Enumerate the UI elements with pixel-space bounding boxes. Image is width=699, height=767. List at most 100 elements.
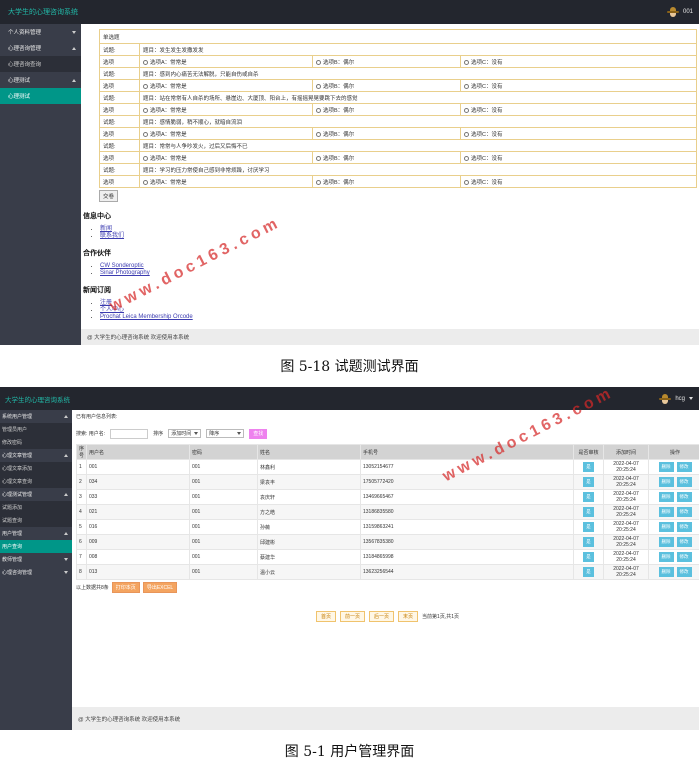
option-c[interactable]: 选项C：没有 [460,151,697,164]
sidebar-group[interactable]: 用户管理 [0,527,72,540]
delete-button[interactable]: 删除 [658,567,674,577]
sidebar-group-consult[interactable]: 心理咨询管理 [0,40,81,56]
option-a[interactable]: 选项A：常常是 [139,151,313,164]
row-number: 5 [76,519,87,535]
option-b[interactable]: 选项B：偶尔 [312,175,461,188]
option-b[interactable]: 选项B：偶尔 [312,127,461,140]
audit-button[interactable]: 是 [583,507,594,517]
radio-icon[interactable] [464,59,469,65]
radio-icon[interactable] [316,131,321,137]
radio-icon[interactable] [143,83,148,89]
audit-button[interactable]: 是 [583,462,594,472]
delete-button[interactable]: 删除 [658,552,674,562]
edit-button[interactable]: 修改 [676,507,692,517]
radio-icon[interactable] [316,107,321,113]
delete-button[interactable]: 删除 [658,477,674,487]
delete-button[interactable]: 删除 [658,462,674,472]
radio-icon[interactable] [316,155,321,161]
delete-button[interactable]: 删除 [658,537,674,547]
sort-field-select[interactable]: 添加时间 [168,429,202,438]
sidebar-item-test[interactable]: 心理测试 [0,88,81,104]
radio-icon[interactable] [143,107,148,113]
search-input[interactable] [110,428,149,439]
radio-icon[interactable] [316,179,321,185]
submit-button[interactable]: 交卷 [99,190,119,202]
radio-icon[interactable] [316,83,321,89]
radio-icon[interactable] [143,59,148,65]
prev-page-button[interactable]: 前一页 [340,611,366,622]
sidebar-group[interactable]: 心理测试管理 [0,488,72,501]
first-page-button[interactable]: 首页 [315,611,336,622]
sidebar-group-test[interactable]: 心理测试 [0,72,81,88]
sidebar-item[interactable]: 试题添加 [0,501,72,514]
edit-button[interactable]: 修改 [676,567,692,577]
radio-icon[interactable] [464,179,469,185]
option-b[interactable]: 选项B：偶尔 [312,79,461,92]
option-a[interactable]: 选项A：常常是 [139,55,313,68]
footer-link[interactable]: CW Sonderoptic [100,263,144,269]
option-a[interactable]: 选项A：常常是 [139,127,313,140]
sidebar-item[interactable]: 试题查询 [0,514,72,527]
option-b[interactable]: 选项B：偶尔 [312,103,461,116]
sidebar-item[interactable]: 心理文章添加 [0,462,72,475]
radio-icon[interactable] [143,155,148,161]
sidebar-group-profile[interactable]: 个人资料管理 [0,24,81,40]
option-a[interactable]: 选项A：常常是 [139,79,313,92]
search-button[interactable]: 查找 [249,428,268,439]
audit-button[interactable]: 是 [583,567,594,577]
footer-link[interactable]: Sinar Photography [100,270,150,276]
option-c[interactable]: 选项C：没有 [460,79,697,92]
audit-button[interactable]: 是 [583,492,594,502]
delete-button[interactable]: 删除 [658,492,674,502]
sidebar-item[interactable]: 用户查询 [0,540,72,553]
sidebar-item[interactable]: 管理员用户 [0,423,72,436]
audit-button[interactable]: 是 [583,522,594,532]
radio-icon[interactable] [464,83,469,89]
sidebar-group[interactable]: 心理文章管理 [0,449,72,462]
audit-button[interactable]: 是 [583,537,594,547]
next-page-button[interactable]: 后一页 [369,611,395,622]
edit-button[interactable]: 修改 [676,522,692,532]
radio-icon[interactable] [143,179,148,185]
option-b[interactable]: 选项B：偶尔 [312,151,461,164]
footer-link[interactable]: 联系我们 [100,233,124,239]
radio-icon[interactable] [464,131,469,137]
sidebar-item[interactable]: 心理文章查询 [0,475,72,488]
audit-button[interactable]: 是 [583,552,594,562]
option-b[interactable]: 选项B：偶尔 [312,55,461,68]
option-c[interactable]: 选项C：没有 [460,103,697,116]
edit-button[interactable]: 修改 [676,537,692,547]
sidebar-group[interactable]: 心理咨询管理 [0,566,72,579]
radio-icon[interactable] [464,155,469,161]
option-c[interactable]: 选项C：没有 [460,127,697,140]
option-a[interactable]: 选项A：常常是 [139,175,313,188]
delete-button[interactable]: 删除 [658,522,674,532]
delete-button[interactable]: 删除 [658,507,674,517]
sidebar-item-consult-query[interactable]: 心理咨询查询 [0,56,81,72]
sort-order-select[interactable]: 降序 [206,429,245,438]
radio-icon[interactable] [316,59,321,65]
option-a[interactable]: 选项A：常常是 [139,103,313,116]
radio-icon[interactable] [464,107,469,113]
sidebar-item[interactable]: 修改密码 [0,436,72,449]
user-menu[interactable]: 001 [666,6,693,18]
option-c[interactable]: 选项C：没有 [460,175,697,188]
sidebar-group[interactable]: 教师管理 [0,553,72,566]
edit-button[interactable]: 修改 [676,552,692,562]
sidebar-group[interactable]: 系统用户管理 [0,410,72,423]
radio-icon[interactable] [143,131,148,137]
export-excel-button[interactable]: 导出EXCEL [142,582,178,593]
edit-button[interactable]: 修改 [676,492,692,502]
audit-button[interactable]: 是 [583,477,594,487]
print-page-button[interactable]: 打印本页 [111,582,140,593]
user-menu[interactable]: hcg [659,393,693,405]
footer-link[interactable]: 新闻 [100,226,112,232]
options-row: 选项 选项A：常常是 选项B：偶尔 选项C：没有 [99,151,697,164]
option-label: 选项B：偶尔 [323,83,355,90]
last-page-button[interactable]: 末页 [398,611,419,622]
table-row: 7 008 001 蔡建华 13184865998 是 2022-04-07 20:25:24… [76,549,699,565]
edit-button[interactable]: 修改 [676,462,692,472]
edit-button[interactable]: 修改 [676,477,692,487]
bottom-bar: @ 大学生的心理咨询系统 欢迎使用本系统 [81,329,699,345]
option-c[interactable]: 选项C：没有 [460,55,697,68]
